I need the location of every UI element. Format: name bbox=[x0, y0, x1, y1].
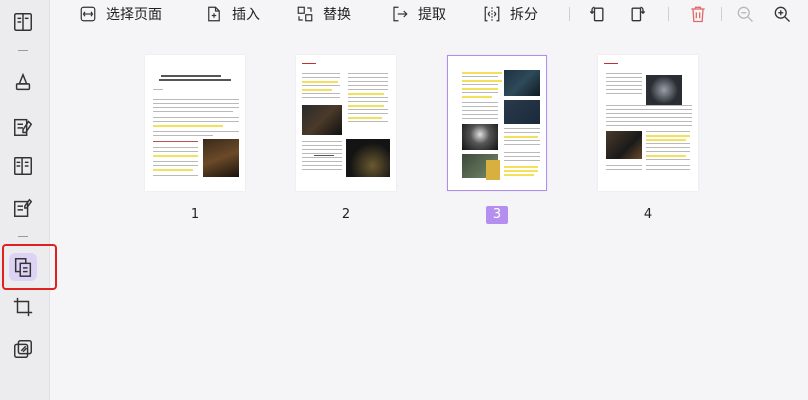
comment-icon[interactable] bbox=[9, 68, 37, 96]
page-thumbnail-3[interactable] bbox=[447, 55, 547, 191]
sidebar-divider bbox=[18, 50, 28, 51]
page-number-3: 3 bbox=[486, 206, 508, 224]
zoom-out-icon[interactable] bbox=[734, 3, 756, 25]
rotate-right-icon[interactable] bbox=[627, 3, 649, 25]
extract-label: 提取 bbox=[418, 7, 446, 23]
convert-icon[interactable] bbox=[9, 335, 37, 363]
form-icon[interactable] bbox=[9, 152, 37, 180]
insert-label: 插入 bbox=[232, 7, 260, 23]
select-pages-button[interactable]: 选择页面 bbox=[79, 3, 162, 25]
replace-label: 替换 bbox=[323, 7, 351, 23]
rotate-left-icon[interactable] bbox=[586, 3, 608, 25]
page-thumbnail-4[interactable] bbox=[598, 55, 698, 191]
toolbar: 选择页面 插入 替换 提取 拆分 bbox=[50, 0, 808, 28]
crop-icon[interactable] bbox=[9, 293, 37, 321]
page-number-2: 2 bbox=[341, 207, 351, 222]
zoom-in-icon[interactable] bbox=[771, 3, 793, 25]
page-number-1: 1 bbox=[190, 207, 200, 222]
select-pages-label: 选择页面 bbox=[106, 7, 162, 23]
page-number-4: 4 bbox=[643, 207, 653, 222]
split-icon bbox=[484, 6, 500, 22]
split-button[interactable]: 拆分 bbox=[483, 3, 538, 25]
delete-icon[interactable] bbox=[687, 3, 709, 25]
extract-button[interactable]: 提取 bbox=[391, 3, 446, 25]
page-thumbnail-2[interactable] bbox=[296, 55, 396, 191]
replace-button[interactable]: 替换 bbox=[296, 3, 351, 25]
toolbar-divider bbox=[668, 7, 669, 21]
toolbar-divider bbox=[569, 7, 570, 21]
replace-icon bbox=[297, 6, 313, 22]
edit-icon[interactable] bbox=[9, 113, 37, 141]
page-thumbnail-1[interactable] bbox=[145, 55, 245, 191]
extract-icon bbox=[393, 6, 408, 22]
insert-icon bbox=[208, 6, 220, 22]
sign-icon[interactable] bbox=[9, 194, 37, 222]
reading-mode-icon[interactable] bbox=[9, 8, 37, 36]
insert-button[interactable]: 插入 bbox=[205, 3, 260, 25]
sidebar-divider bbox=[18, 236, 28, 237]
select-pages-icon bbox=[80, 6, 96, 22]
selection-highlight-box bbox=[2, 244, 57, 290]
split-label: 拆分 bbox=[510, 7, 538, 23]
left-sidebar bbox=[0, 0, 57, 400]
toolbar-divider bbox=[721, 7, 722, 21]
